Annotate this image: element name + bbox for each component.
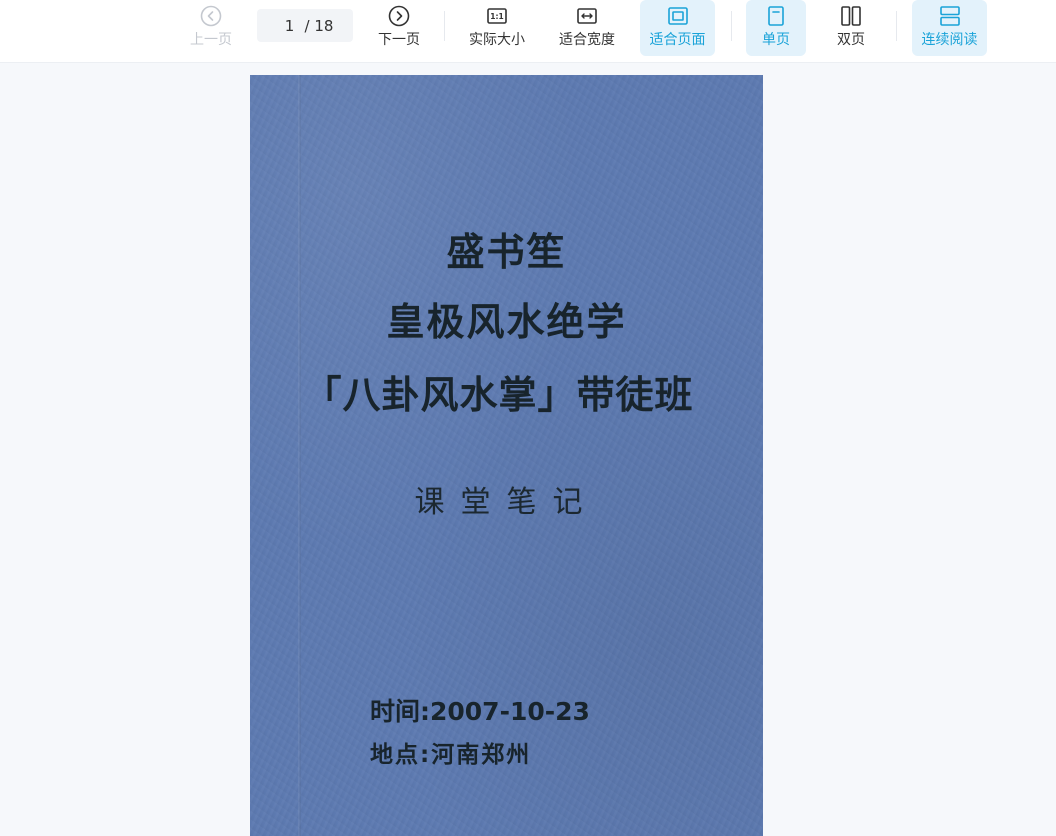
toolbar-divider [731,11,732,41]
toolbar-divider [896,11,897,41]
single-page-label: 单页 [762,32,790,48]
document-page-cover: 盛书笙 皇极风水绝学 「八卦风水掌」带徒班 课堂笔记 时间:2007-10-23… [250,75,763,836]
svg-text:1:1: 1:1 [490,12,503,21]
chevron-right-circle-icon [388,5,410,27]
cover-title: 皇极风水绝学 [386,299,627,344]
prev-page-button[interactable]: 上一页 [186,0,236,56]
single-page-button[interactable]: 单页 [746,0,806,56]
actual-size-label: 实际大小 [469,32,525,48]
double-page-icon [841,6,861,26]
cover-author: 盛书笙 [446,229,567,274]
continuous-read-button[interactable]: 连续阅读 [912,0,987,56]
double-page-button[interactable]: 双页 [826,0,876,56]
cover-course-name: 「八卦风水掌」带徒班 [303,372,694,417]
fit-page-button[interactable]: 适合页面 [640,0,715,56]
next-page-label: 下一页 [378,32,420,48]
viewer-toolbar: 上一页 / 18 下一页 1:1 实际大小 适合宽度 适合页面 [0,0,1056,63]
page-total: / 18 [304,16,334,35]
page-indicator: / 18 [257,9,353,42]
double-page-label: 双页 [837,32,865,48]
document-viewer[interactable]: 盛书笙 皇极风水绝学 「八卦风水掌」带徒班 课堂笔记 时间:2007-10-23… [0,64,1056,836]
fit-width-label: 适合宽度 [559,32,615,48]
single-page-icon [768,6,784,26]
fit-page-icon [667,7,688,25]
prev-page-label: 上一页 [190,32,232,48]
continuous-read-icon [939,6,960,26]
cover-time: 时间:2007-10-23 [370,697,590,726]
continuous-read-label: 连续阅读 [921,32,978,48]
chevron-left-circle-icon [200,5,222,27]
fit-width-button[interactable]: 适合宽度 [554,0,620,56]
cover-place: 地点:河南郑州 [370,742,532,768]
one-to-one-icon: 1:1 [487,8,507,24]
cover-fold-line [298,75,301,836]
actual-size-button[interactable]: 1:1 实际大小 [464,0,530,56]
toolbar-divider [444,11,445,41]
cover-subtitle: 课堂笔记 [414,485,599,520]
fit-width-icon [577,8,597,24]
fit-page-label: 适合页面 [649,32,706,48]
next-page-button[interactable]: 下一页 [374,0,424,56]
page-number-input[interactable] [276,16,303,35]
